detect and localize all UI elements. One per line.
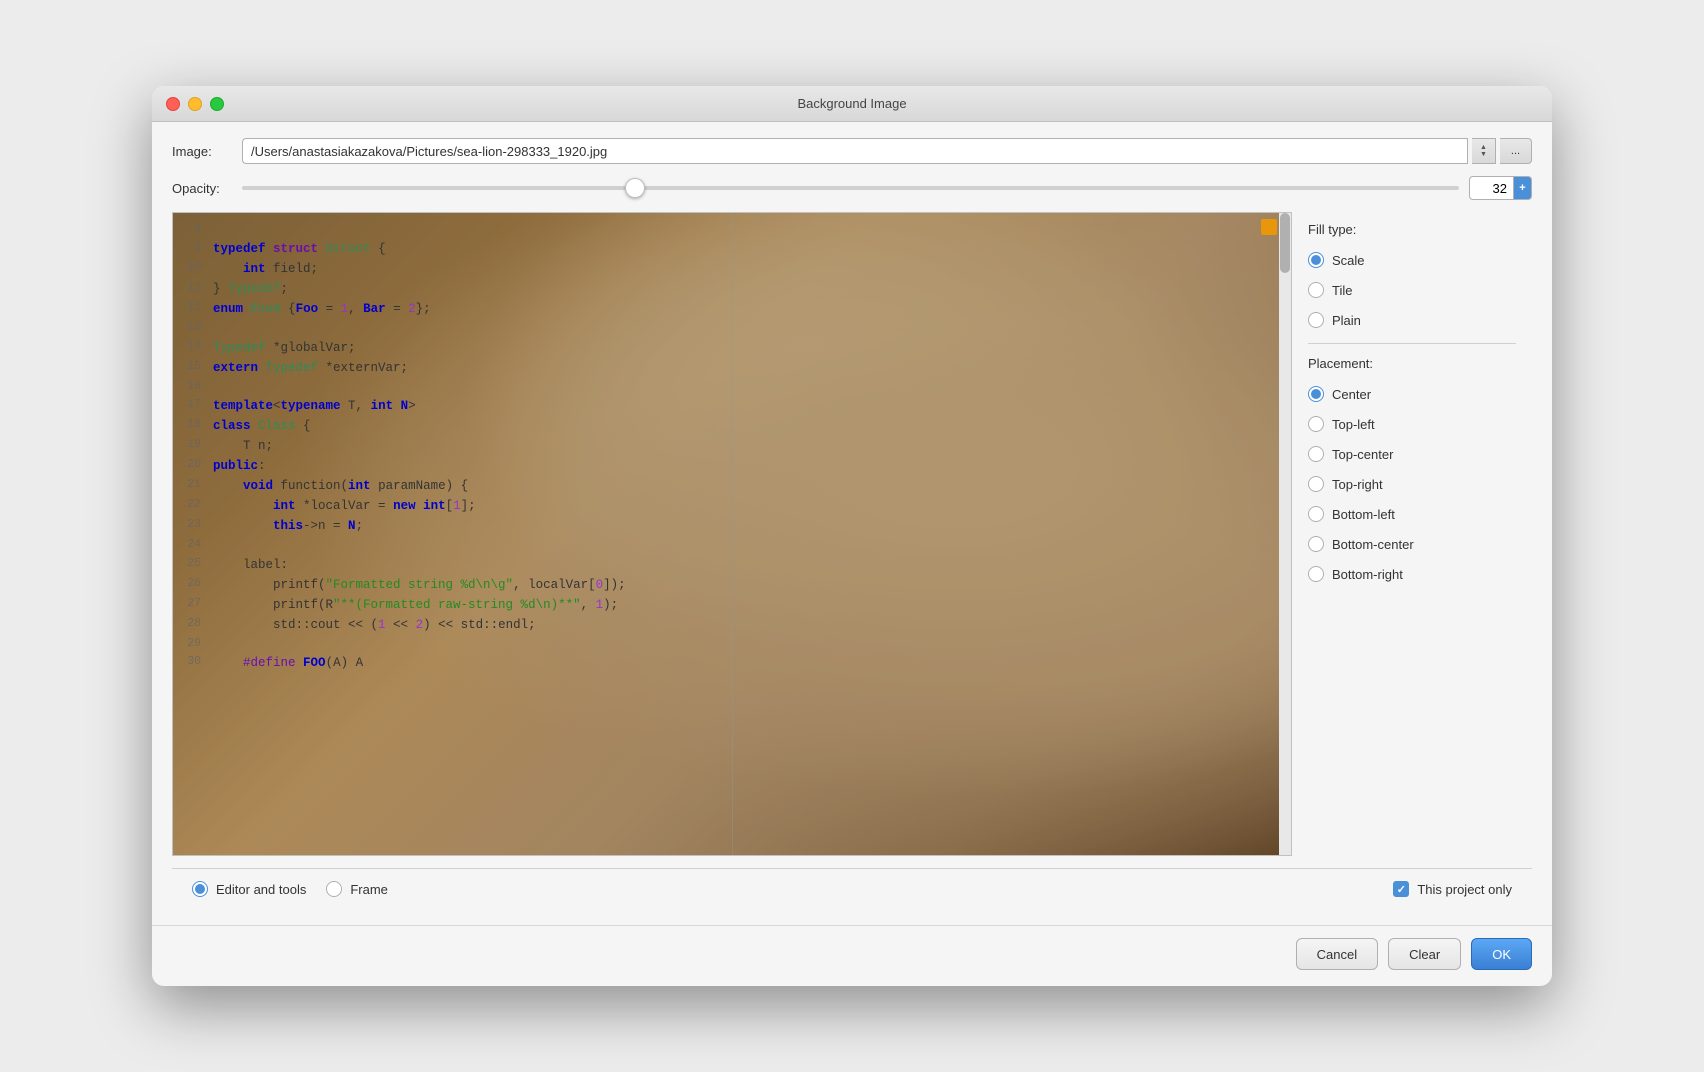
dialog: Background Image Image: ▲ ▼ ... Opacity:: [152, 86, 1552, 986]
fill-type-scale[interactable]: Scale: [1308, 249, 1516, 271]
placement-top-left[interactable]: Top-left: [1308, 413, 1516, 435]
placement-top-left-label: Top-left: [1332, 417, 1375, 432]
fill-type-plain[interactable]: Plain: [1308, 309, 1516, 331]
placement-bottom-right-label: Bottom-right: [1332, 567, 1403, 582]
image-input-container: ▲ ▼ ...: [242, 138, 1532, 164]
maximize-button[interactable]: [210, 97, 224, 111]
scrollbar[interactable]: [1279, 213, 1291, 855]
window-title: Background Image: [797, 96, 906, 111]
placement-bottom-center[interactable]: Bottom-center: [1308, 533, 1516, 555]
placement-bottom-center-radio[interactable]: [1308, 536, 1324, 552]
placement-center-label: Center: [1332, 387, 1371, 402]
placement-top-center-label: Top-center: [1332, 447, 1393, 462]
opacity-row: Opacity: +: [172, 176, 1532, 200]
clear-button[interactable]: Clear: [1388, 938, 1461, 970]
orange-indicator: [1261, 219, 1277, 235]
minimize-button[interactable]: [188, 97, 202, 111]
opacity-label: Opacity:: [172, 181, 232, 196]
opacity-plus[interactable]: +: [1514, 176, 1532, 200]
placement-bottom-left-label: Bottom-left: [1332, 507, 1395, 522]
project-only-option[interactable]: This project only: [1393, 881, 1512, 897]
placement-top-right-radio[interactable]: [1308, 476, 1324, 492]
slider-container: [242, 178, 1459, 198]
placement-top-center-radio[interactable]: [1308, 446, 1324, 462]
action-buttons: Cancel Clear OK: [152, 925, 1552, 986]
placement-top-right[interactable]: Top-right: [1308, 473, 1516, 495]
bottom-bar: Editor and tools Frame This project only: [172, 868, 1532, 909]
ok-button[interactable]: OK: [1471, 938, 1532, 970]
placement-center-radio[interactable]: [1308, 386, 1324, 402]
project-only-label: This project only: [1417, 882, 1512, 897]
frame-option[interactable]: Frame: [326, 881, 388, 897]
fill-type-plain-label: Plain: [1332, 313, 1361, 328]
fill-type-plain-radio[interactable]: [1308, 312, 1324, 328]
placement-bottom-left[interactable]: Bottom-left: [1308, 503, 1516, 525]
placement-center[interactable]: Center: [1308, 383, 1516, 405]
image-row: Image: ▲ ▼ ...: [172, 138, 1532, 164]
editor-tools-label: Editor and tools: [216, 882, 306, 897]
frame-radio[interactable]: [326, 881, 342, 897]
preview-divider: [732, 213, 733, 855]
fill-type-tile-label: Tile: [1332, 283, 1352, 298]
scrollbar-thumb[interactable]: [1280, 213, 1290, 273]
main-area: 8 9 typedef struct Struct { 10 int field…: [172, 212, 1532, 856]
placement-bottom-left-radio[interactable]: [1308, 506, 1324, 522]
frame-label: Frame: [350, 882, 388, 897]
fill-type-scale-radio[interactable]: [1308, 252, 1324, 268]
image-label: Image:: [172, 144, 232, 159]
project-only-checkbox[interactable]: [1393, 881, 1409, 897]
placement-title: Placement:: [1308, 356, 1516, 371]
titlebar-buttons: [166, 97, 224, 111]
browse-button[interactable]: ...: [1500, 138, 1532, 164]
right-panel: Fill type: Scale Tile Plain Placement:: [1292, 212, 1532, 856]
opacity-value-container: +: [1469, 176, 1532, 200]
fill-type-tile-radio[interactable]: [1308, 282, 1324, 298]
placement-top-left-radio[interactable]: [1308, 416, 1324, 432]
editor-tools-option[interactable]: Editor and tools: [192, 881, 306, 897]
preview-container: 8 9 typedef struct Struct { 10 int field…: [172, 212, 1292, 856]
image-path-input[interactable]: [242, 138, 1468, 164]
path-spinner[interactable]: ▲ ▼: [1472, 138, 1496, 164]
placement-bottom-right[interactable]: Bottom-right: [1308, 563, 1516, 585]
opacity-slider[interactable]: [242, 186, 1459, 190]
placement-top-center[interactable]: Top-center: [1308, 443, 1516, 465]
cancel-button[interactable]: Cancel: [1296, 938, 1378, 970]
editor-tools-radio[interactable]: [192, 881, 208, 897]
dialog-content: Image: ▲ ▼ ... Opacity: +: [152, 122, 1552, 925]
opacity-value-input[interactable]: [1469, 176, 1514, 200]
placement-bottom-right-radio[interactable]: [1308, 566, 1324, 582]
fill-type-tile[interactable]: Tile: [1308, 279, 1516, 301]
fill-type-title: Fill type:: [1308, 222, 1516, 237]
placement-bottom-center-label: Bottom-center: [1332, 537, 1414, 552]
close-button[interactable]: [166, 97, 180, 111]
titlebar: Background Image: [152, 86, 1552, 122]
separator: [1308, 343, 1516, 344]
fill-type-scale-label: Scale: [1332, 253, 1365, 268]
placement-top-right-label: Top-right: [1332, 477, 1383, 492]
